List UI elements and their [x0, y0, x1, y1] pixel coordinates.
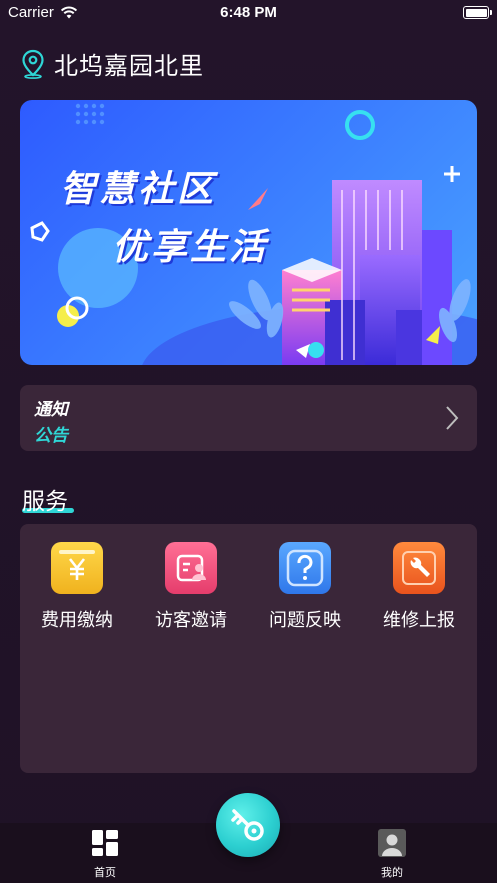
service-repair[interactable]: 维修上报 — [362, 542, 476, 632]
service-payment[interactable]: 费用缴纳 — [20, 542, 134, 632]
location-name: 北坞嘉园北里 — [54, 52, 204, 80]
tab-home[interactable]: 首页 — [65, 829, 145, 880]
avatar-icon — [378, 829, 406, 857]
key-icon — [231, 809, 264, 841]
service-visitor[interactable]: 访客邀请 — [134, 542, 248, 632]
status-bar: Carrier 6:48 PM — [0, 0, 497, 26]
question-icon — [279, 542, 331, 594]
tab-home-label: 首页 — [94, 866, 116, 879]
service-label: 问题反映 — [269, 610, 341, 631]
service-label: 访客邀请 — [155, 610, 227, 631]
screen: Carrier 6:48 PM 北坞嘉园北里 智慧社区 优享生活 通知 公告 服… — [0, 0, 497, 883]
location-header[interactable]: 北坞嘉园北里 — [20, 46, 204, 81]
notice-label-bottom: 公告 — [34, 426, 68, 446]
chevron-right-icon — [446, 406, 459, 430]
promo-banner[interactable]: 智慧社区 优享生活 — [20, 100, 477, 365]
banner-title: 智慧社区 — [60, 169, 217, 210]
notice-bar[interactable]: 通知 公告 — [20, 385, 477, 451]
notice-label-top: 通知 — [34, 400, 68, 420]
battery-icon — [463, 6, 492, 19]
grid-icon — [92, 830, 118, 856]
banner-subtitle: 优享生活 — [112, 227, 269, 268]
location-pin-icon — [22, 49, 44, 79]
clock: 6:48 PM — [220, 4, 277, 21]
services-title: 服务 — [22, 489, 68, 515]
tab-mine-label: 我的 — [381, 866, 403, 879]
visitor-card-icon — [165, 542, 217, 594]
unlock-key-button[interactable] — [216, 793, 280, 857]
services-card: 费用缴纳 访客邀请 问题反映 维修上报 — [20, 524, 477, 773]
yuan-icon — [51, 542, 103, 594]
tab-mine[interactable]: 我的 — [352, 829, 432, 880]
service-feedback[interactable]: 问题反映 — [248, 542, 362, 632]
wrench-icon — [393, 542, 445, 594]
service-label: 维修上报 — [383, 610, 455, 631]
service-label: 费用缴纳 — [41, 610, 113, 631]
